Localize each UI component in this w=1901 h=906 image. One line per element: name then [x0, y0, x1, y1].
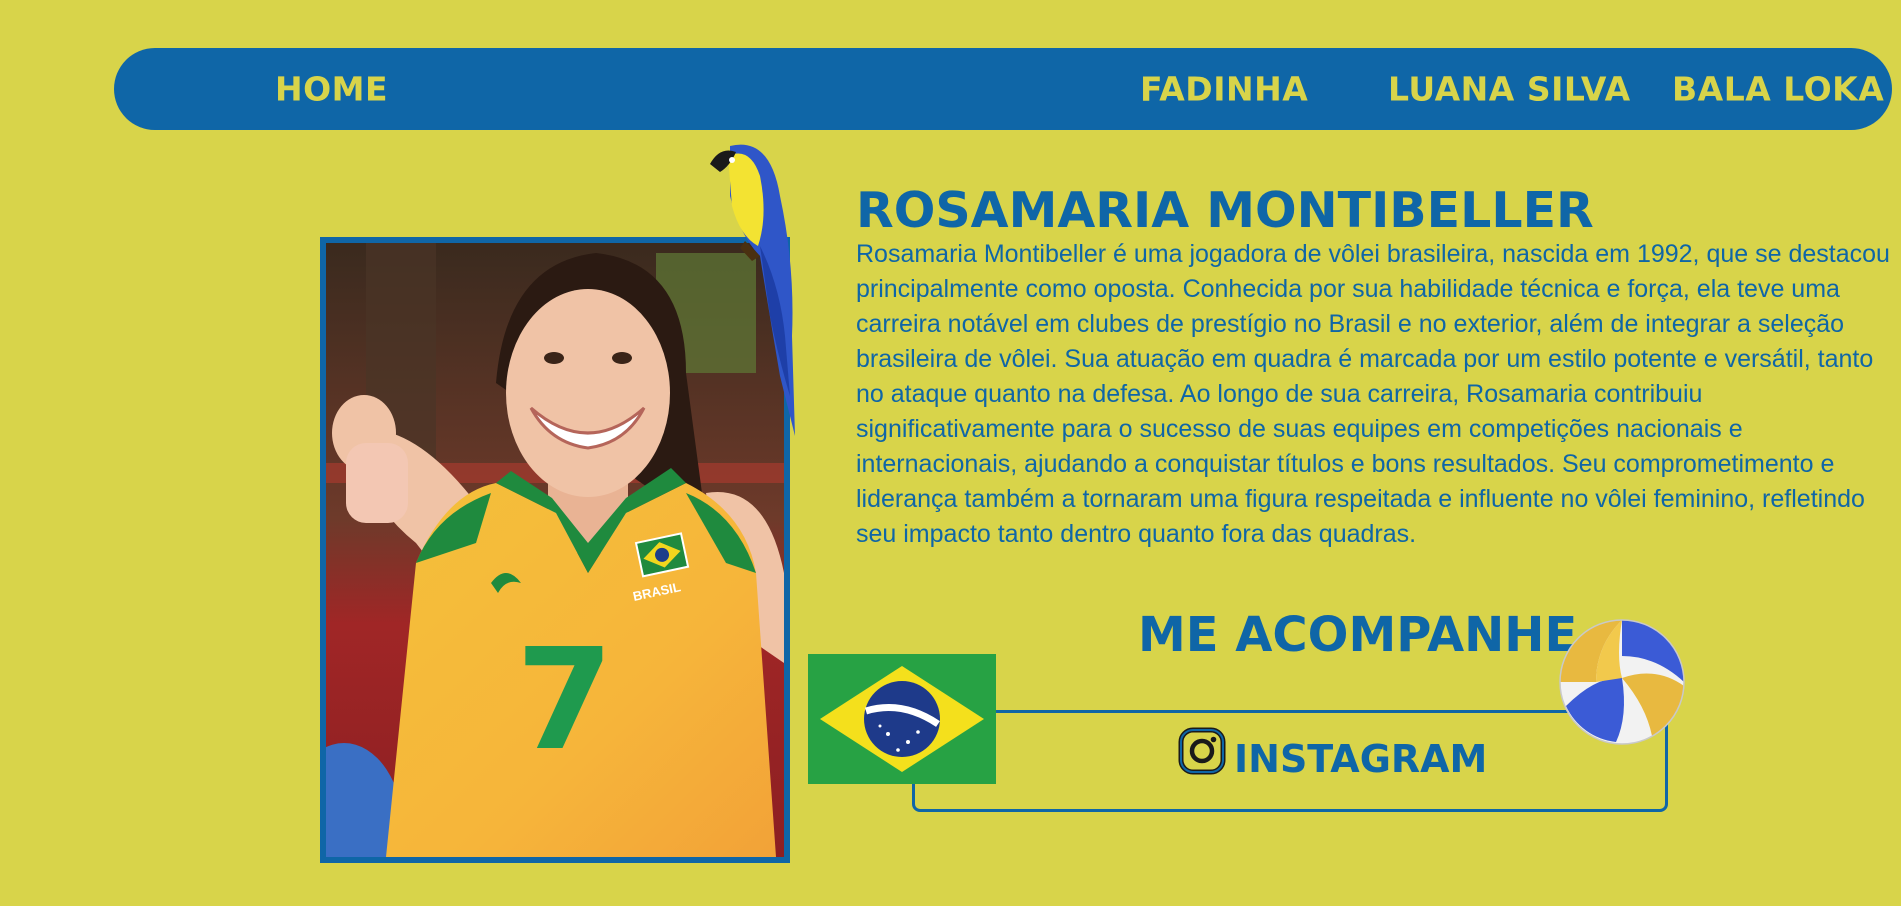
player-bio: Rosamaria Montibeller é uma jogadora de …	[856, 240, 1890, 548]
instagram-label[interactable]: INSTAGRAM	[1234, 734, 1487, 784]
nav-link-home[interactable]: HOME	[275, 70, 388, 109]
follow-heading: ME ACOMPANHE	[1138, 607, 1578, 663]
parrot-decoration	[710, 144, 795, 436]
top-navbar: HOME FADINHA LUANA SILVA BALA LOKA	[114, 48, 1892, 130]
nav-link-bala-loka[interactable]: BALA LOKA	[1672, 70, 1884, 109]
brazil-flag-icon	[808, 654, 996, 784]
player-name-heading: ROSAMARIA MONTIBELLER	[856, 182, 1594, 239]
nav-link-luana-silva[interactable]: LUANA SILVA	[1388, 70, 1631, 109]
volleyball-icon	[1559, 619, 1685, 745]
instagram-icon[interactable]	[1178, 727, 1226, 775]
nav-link-fadinha[interactable]: FADINHA	[1140, 70, 1308, 109]
jersey-number: 7	[516, 619, 613, 782]
